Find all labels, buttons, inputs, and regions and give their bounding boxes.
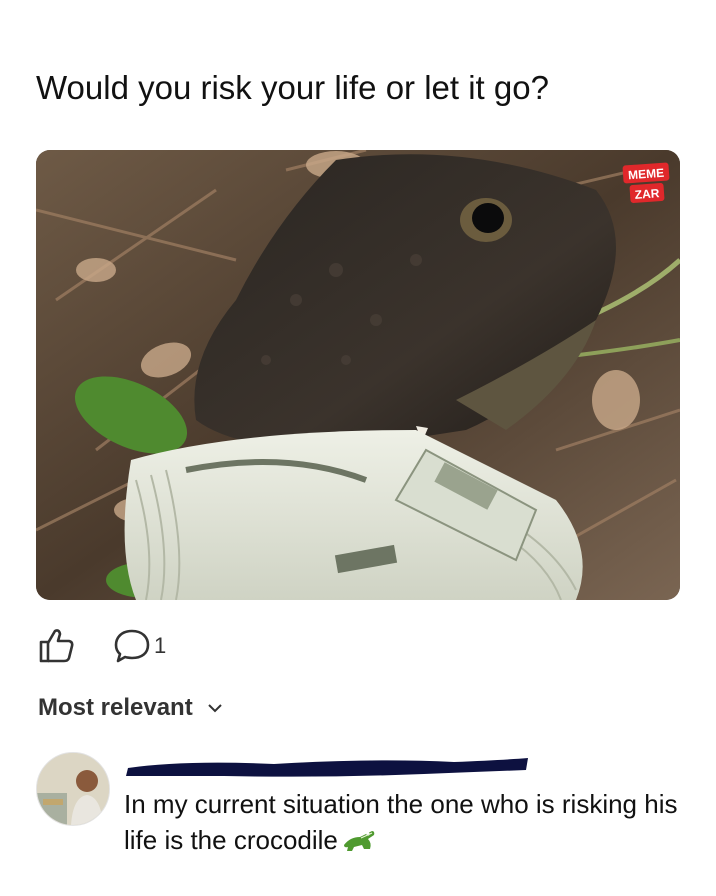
comment-text: In my current situation the one who is r… (124, 786, 694, 858)
redacted-author-name (124, 756, 530, 778)
comment-count: 1 (154, 633, 167, 658)
avatar[interactable] (36, 752, 110, 826)
crocodile-money-illustration (36, 150, 680, 600)
comment-item: In my current situation the one who is r… (36, 752, 696, 862)
post-actions: 1 (36, 625, 336, 665)
crocodile-emoji (342, 825, 376, 853)
like-button[interactable] (36, 625, 76, 665)
chevron-down-icon (208, 704, 222, 713)
sort-label: Most relevant (38, 694, 193, 721)
comment-sort-dropdown[interactable]: Most relevant (38, 694, 223, 722)
post-image[interactable]: MEME ZAR (36, 150, 680, 600)
post-text: Would you risk your life or let it go? (36, 69, 549, 106)
watermark-line2: ZAR (634, 186, 660, 202)
comment-bubble-icon (114, 629, 150, 663)
thumbs-up-icon (39, 629, 74, 663)
watermark-line1: MEME (628, 166, 665, 182)
comment-button[interactable]: 1 (114, 625, 214, 665)
comment-body: In my current situation the one who is r… (124, 789, 678, 855)
memezar-watermark: MEME ZAR (622, 162, 670, 204)
